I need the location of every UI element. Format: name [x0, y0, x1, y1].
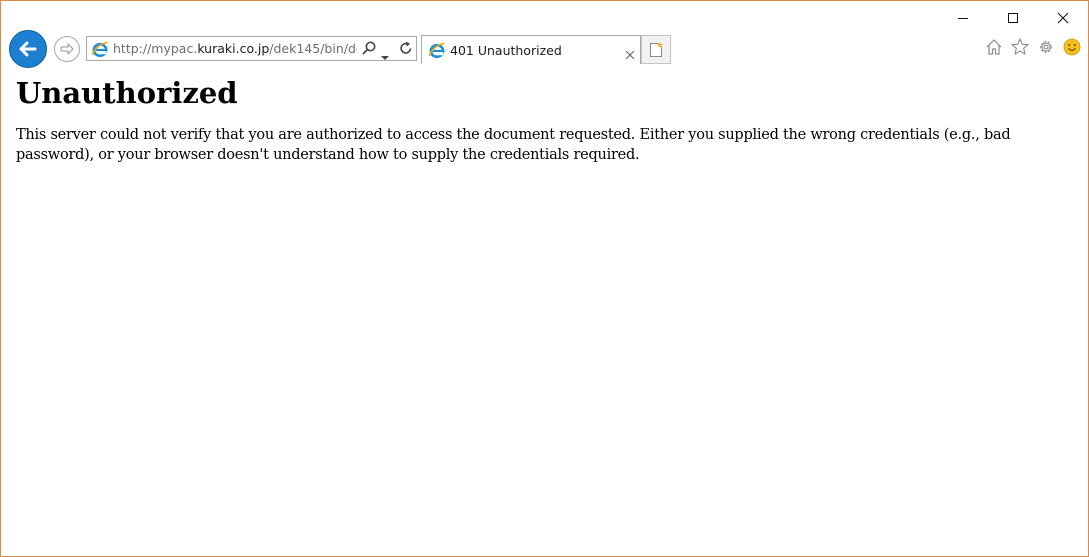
page-content: Unauthorized This server could not verif… [16, 67, 1073, 165]
back-arrow-icon [19, 41, 37, 57]
address-url[interactable]: http://mypac.kuraki.co.jp/dek145/bin/des [113, 37, 357, 60]
star-icon[interactable] [1010, 37, 1030, 57]
chevron-down-icon[interactable] [380, 46, 390, 65]
navigation-bar: http://mypac.kuraki.co.jp/dek145/bin/des [1, 27, 1088, 68]
page-title: Unauthorized [16, 76, 238, 110]
error-message: This server could not verify that you ar… [16, 127, 1011, 163]
maximize-icon [1008, 13, 1018, 23]
new-tab-button[interactable] [641, 35, 671, 64]
back-button[interactable] [9, 30, 47, 68]
home-icon[interactable] [984, 37, 1004, 57]
address-url-prefix: http://mypac. [113, 41, 198, 56]
forward-arrow-icon [60, 43, 74, 55]
toolbar-icons [984, 36, 1082, 58]
address-bar[interactable]: http://mypac.kuraki.co.jp/dek145/bin/des [86, 36, 417, 61]
close-icon[interactable] [625, 45, 635, 64]
gear-icon[interactable] [1036, 37, 1056, 57]
browser-window: http://mypac.kuraki.co.jp/dek145/bin/des [0, 0, 1089, 557]
tab-title: 401 Unauthorized [450, 43, 562, 58]
address-url-domain: kuraki.co.jp [197, 41, 270, 56]
smiley-icon[interactable] [1062, 37, 1082, 57]
ie-logo-icon [91, 40, 109, 62]
tab-401-unauthorized[interactable]: 401 Unauthorized [421, 35, 641, 64]
close-window-icon [1057, 12, 1069, 24]
minimize-icon [958, 18, 968, 19]
new-tab-icon [650, 41, 663, 57]
ie-logo-icon [428, 41, 446, 63]
address-url-path: /dek145/bin/des [269, 41, 357, 56]
forward-button[interactable] [54, 36, 80, 62]
refresh-icon[interactable] [398, 40, 414, 60]
search-icon[interactable] [361, 40, 377, 60]
